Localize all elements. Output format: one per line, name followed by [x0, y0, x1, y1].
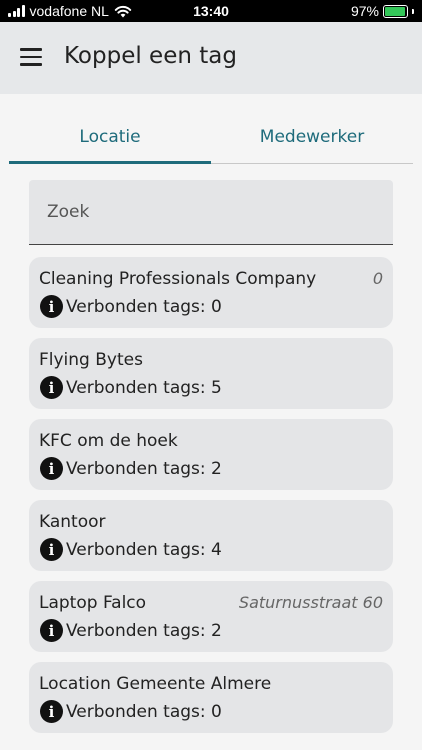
- tag-count-row: i Verbonden tags: 0: [40, 295, 222, 318]
- status-right: 97%: [351, 3, 414, 19]
- search-input[interactable]: [29, 180, 393, 244]
- location-card[interactable]: Cleaning Professionals Company 0 i Verbo…: [29, 257, 393, 328]
- connected-tags-count: Verbonden tags: 4: [66, 539, 222, 560]
- location-name: Cleaning Professionals Company: [39, 269, 317, 289]
- tab-bar: Locatie Medewerker: [9, 115, 413, 164]
- tag-count-row: i Verbonden tags: 2: [40, 457, 222, 480]
- battery-level: [385, 6, 406, 16]
- location-name: Laptop Falco: [39, 593, 147, 613]
- info-icon: i: [40, 457, 63, 480]
- battery-tip: [412, 8, 414, 14]
- info-icon: i: [40, 295, 63, 318]
- location-card[interactable]: KFC om de hoek i Verbonden tags: 2: [29, 419, 393, 490]
- menu-icon[interactable]: [20, 48, 44, 68]
- location-card[interactable]: Laptop Falco Saturnusstraat 60 i Verbond…: [29, 581, 393, 652]
- location-card[interactable]: Location Gemeente Almere i Verbonden tag…: [29, 662, 393, 733]
- location-name: KFC om de hoek: [39, 431, 178, 451]
- info-icon: i: [40, 376, 63, 399]
- info-icon: i: [40, 700, 63, 723]
- location-card[interactable]: Kantoor i Verbonden tags: 4: [29, 500, 393, 571]
- connected-tags-count: Verbonden tags: 0: [66, 701, 222, 722]
- tab-locatie[interactable]: Locatie: [9, 115, 211, 164]
- status-bar: vodafone NL 13:40 97%: [0, 0, 422, 22]
- search-field: [29, 180, 393, 245]
- battery-icon: [383, 4, 408, 18]
- info-icon: i: [40, 538, 63, 561]
- tag-count-row: i Verbonden tags: 2: [40, 619, 222, 642]
- location-name: Flying Bytes: [39, 350, 143, 370]
- location-list: Cleaning Professionals Company 0 i Verbo…: [29, 257, 393, 743]
- info-icon: i: [40, 619, 63, 642]
- connected-tags-count: Verbonden tags: 2: [66, 620, 222, 641]
- tag-count-row: i Verbonden tags: 5: [40, 376, 222, 399]
- connected-tags-count: Verbonden tags: 5: [66, 377, 222, 398]
- tab-medewerker[interactable]: Medewerker: [211, 115, 413, 163]
- tag-count-row: i Verbonden tags: 0: [40, 700, 222, 723]
- battery-percentage: 97%: [350, 3, 379, 19]
- page-title: Koppel een tag: [64, 43, 237, 69]
- location-extra: Saturnusstraat 60: [238, 593, 383, 612]
- connected-tags-count: Verbonden tags: 2: [66, 458, 222, 479]
- location-extra: 0: [372, 269, 383, 288]
- connected-tags-count: Verbonden tags: 0: [66, 296, 222, 317]
- location-name: Kantoor: [39, 512, 106, 532]
- location-card[interactable]: Flying Bytes i Verbonden tags: 5: [29, 338, 393, 409]
- location-name: Location Gemeente Almere: [39, 674, 272, 694]
- app-bar: Koppel een tag: [0, 22, 422, 94]
- tag-count-row: i Verbonden tags: 4: [40, 538, 222, 561]
